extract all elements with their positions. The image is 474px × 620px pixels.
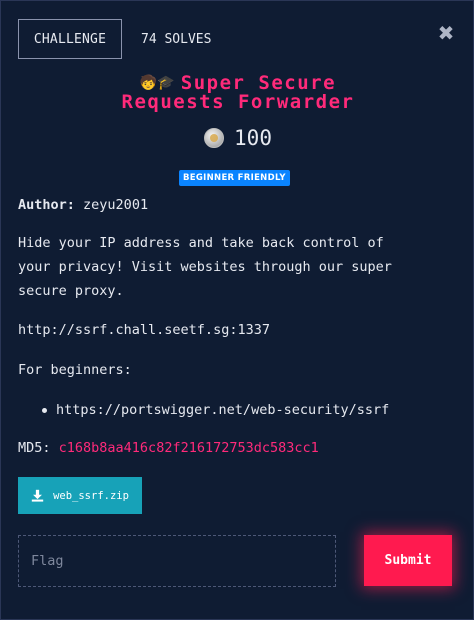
author-name: zeyu2001 [83, 197, 149, 213]
points-value: 100 [234, 126, 272, 150]
download-icon [31, 489, 44, 502]
title-line-2: Requests Forwarder [121, 91, 355, 113]
md5-line: MD5: c168b8aa416c82f216172753dc583cc1 [18, 436, 418, 460]
challenge-description: Author: zeyu2001 Hide your IP address an… [18, 193, 418, 460]
challenge-title: 🧒🎓 Super Secure Requests Forwarder [1, 74, 474, 112]
service-url: http://ssrf.chall.seetf.sg:1337 [18, 322, 270, 338]
points-display: 100 [1, 126, 474, 150]
challenge-modal: CHALLENGE 74 SOLVES ✖ 🧒🎓 Super Secure Req… [0, 0, 474, 620]
title-emoji: 🧒🎓 [139, 75, 175, 91]
md5-value: c168b8aa416c82f216172753dc583cc1 [58, 440, 319, 456]
author-line: Author: zeyu2001 [18, 193, 418, 217]
resource-list: https://portswigger.net/web-security/ssr… [18, 398, 418, 422]
coin-icon [204, 128, 225, 148]
download-button[interactable]: web_ssrf.zip [18, 477, 142, 514]
close-icon[interactable]: ✖ [436, 21, 456, 45]
difficulty-badge: BEGINNER FRIENDLY [179, 170, 290, 186]
resource-link[interactable]: https://portswigger.net/web-security/ssr… [42, 398, 418, 422]
flag-input[interactable] [18, 535, 336, 587]
description-text: Hide your IP address and take back contr… [18, 235, 392, 299]
tab-challenge[interactable]: CHALLENGE [18, 19, 122, 59]
author-label: Author: [18, 197, 75, 213]
download-filename: web_ssrf.zip [53, 489, 129, 502]
beginners-label: For beginners: [18, 362, 132, 378]
submit-button[interactable]: Submit [364, 535, 452, 586]
solves-count[interactable]: 74 SOLVES [141, 32, 211, 47]
md5-label: MD5: [18, 440, 51, 456]
